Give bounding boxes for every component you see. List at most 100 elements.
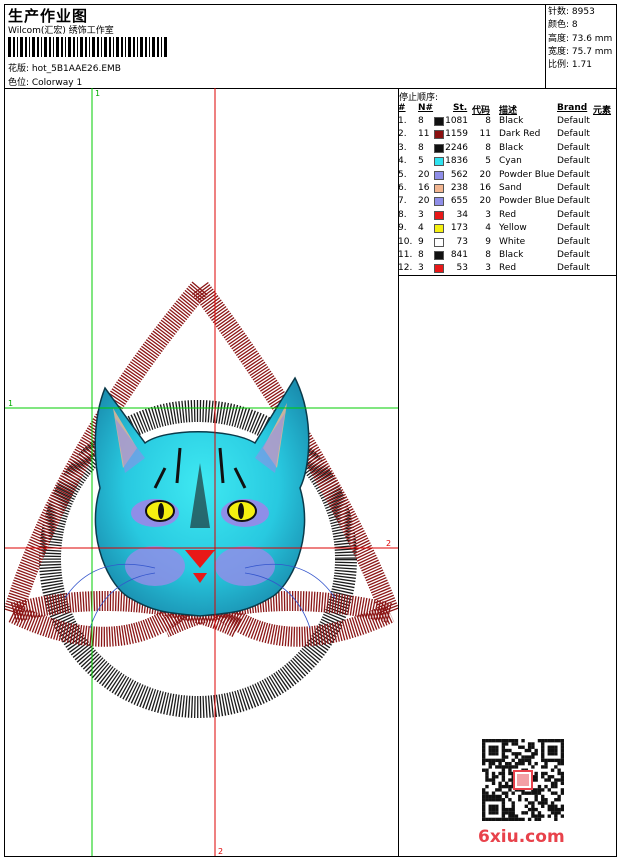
row-desc: Yellow [499, 223, 527, 234]
row-num: 7. [398, 196, 407, 207]
row-stitches: 2246 [445, 142, 468, 153]
colorway-label: 色位: Colorway 1 [8, 78, 83, 88]
row-desc: Cyan [499, 156, 522, 167]
stat-scale: 比例: 1.71 [548, 60, 592, 71]
row-num: 11. [398, 250, 413, 260]
row-needle: 4 [418, 223, 424, 234]
row-code: 3 [485, 263, 491, 274]
row-needle: 20 [418, 196, 430, 207]
sequence-row: 12. 3 53 3 Red Default [398, 263, 616, 276]
row-num: 4. [398, 156, 407, 167]
row-code: 16 [479, 183, 491, 193]
header-brand: Brand [557, 103, 588, 113]
stop-sequence-title: 停止顺序: [399, 93, 439, 103]
row-stitches: 562 [450, 169, 468, 180]
row-brand: Default [557, 263, 590, 274]
axis-label-x1: 1 [95, 89, 100, 98]
qr-code-icon [482, 739, 564, 821]
row-desc: White [499, 236, 526, 247]
row-num: 6. [398, 183, 407, 193]
color-swatch [434, 117, 444, 126]
row-needle: 8 [418, 116, 424, 126]
axis-label-x2: 2 [218, 847, 223, 856]
sequence-row: 6. 16 238 16 Sand Default [398, 183, 616, 196]
row-needle: 8 [418, 142, 424, 153]
row-num: 12. [398, 263, 413, 274]
row-stitches: 73 [456, 236, 468, 247]
sequence-header: # N# St. 代码 描述 Brand 元素 [398, 103, 616, 116]
studio-subtitle: Wilcom(汇宏) 绣饰工作室 [8, 26, 114, 36]
row-desc: Powder Blue [499, 169, 555, 180]
stat-height: 高度: 73.6 mm [548, 33, 613, 44]
row-num: 3. [398, 142, 407, 153]
row-code: 20 [479, 169, 491, 180]
sequence-row: 2. 11 1159 11 Dark Red Default [398, 129, 616, 142]
row-desc: Sand [499, 183, 522, 193]
row-stitches: 841 [450, 250, 468, 260]
row-stitches: 238 [450, 183, 468, 193]
design-stats: 针数: 8953 颜色: 8 高度: 73.6 mm 宽度: 75.7 mm 比… [548, 6, 612, 72]
color-swatch [434, 210, 444, 220]
stat-stitches: 针数: 8953 [548, 7, 595, 17]
sequence-row: 11. 8 841 8 Black Default [398, 250, 616, 263]
sequence-row: 4. 5 1836 5 Cyan Default [398, 156, 616, 169]
stats-divider [545, 4, 546, 88]
row-needle: 9 [418, 236, 424, 247]
row-brand: Default [557, 250, 590, 260]
row-desc: Black [499, 142, 524, 153]
color-swatch [434, 264, 444, 274]
row-num: 10. [398, 236, 413, 247]
row-brand: Default [557, 236, 590, 247]
color-swatch [434, 197, 444, 207]
sequence-row: 10. 9 73 9 White Default [398, 237, 616, 250]
row-needle: 16 [418, 183, 430, 193]
color-swatch [434, 184, 444, 193]
color-swatch [434, 143, 444, 153]
row-brand: Default [557, 183, 590, 193]
row-brand: Default [557, 169, 590, 180]
header-num: # [398, 103, 406, 113]
header-code: 代码 [472, 106, 491, 116]
row-brand: Default [557, 209, 590, 220]
color-swatch [434, 224, 444, 234]
row-num: 8. [398, 209, 407, 220]
color-swatch [434, 170, 444, 180]
axis-label-y1: 1 [8, 399, 13, 408]
sequence-row: 5. 20 562 20 Powder Blue Default [398, 170, 616, 183]
row-brand: Default [557, 156, 590, 167]
row-desc: Black [499, 250, 524, 260]
color-swatch [434, 251, 444, 260]
header-needle: N# [418, 103, 434, 113]
row-needle: 3 [418, 263, 424, 274]
row-code: 8 [485, 250, 491, 260]
site-logo: 6xiu.com [478, 827, 565, 847]
row-code: 8 [485, 142, 491, 153]
sequence-row: 9. 4 173 4 Yellow Default [398, 223, 616, 236]
cat-embroidery-design: 1 1 2 2 [5, 88, 398, 856]
row-brand: Default [557, 223, 590, 234]
row-num: 2. [398, 129, 407, 140]
color-swatch [434, 157, 444, 167]
color-swatch [434, 130, 444, 140]
row-stitches: 1081 [445, 116, 468, 126]
row-code: 11 [479, 129, 491, 140]
row-desc: Red [499, 209, 517, 220]
row-desc: Black [499, 116, 524, 126]
header-stitches: St. [453, 103, 468, 113]
row-num: 1. [398, 116, 407, 126]
row-code: 3 [485, 209, 491, 220]
header-element: 元素 [593, 106, 612, 116]
row-stitches: 1159 [445, 129, 468, 140]
row-desc: Red [499, 263, 517, 274]
row-stitches: 1836 [445, 156, 468, 167]
barcode-icon [8, 37, 167, 57]
row-num: 9. [398, 223, 407, 234]
row-needle: 8 [418, 250, 424, 260]
row-desc: Powder Blue [499, 196, 555, 207]
row-needle: 3 [418, 209, 424, 220]
sequence-row: 3. 8 2246 8 Black Default [398, 143, 616, 156]
row-code: 8 [485, 116, 491, 126]
row-num: 5. [398, 169, 407, 180]
sequence-row: 7. 20 655 20 Powder Blue Default [398, 196, 616, 209]
sequence-row: 8. 3 34 3 Red Default [398, 210, 616, 223]
